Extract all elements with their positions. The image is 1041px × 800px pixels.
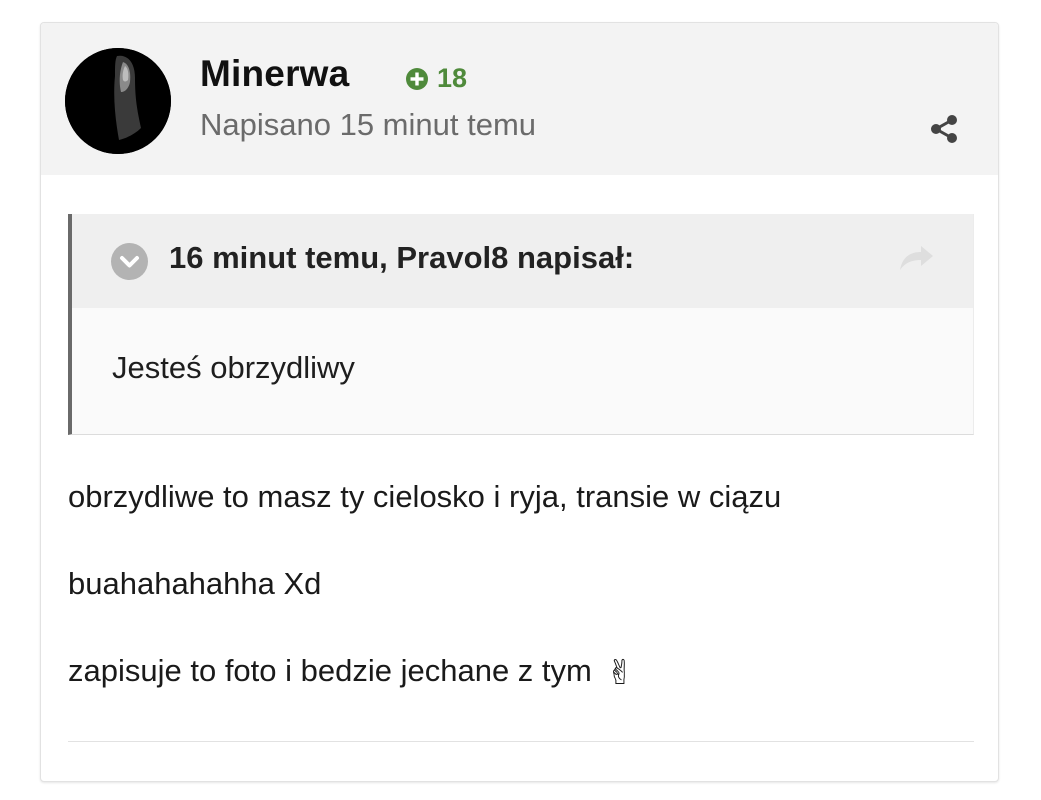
chevron-down-icon xyxy=(120,256,139,268)
post-text-content: zapisuje to foto i bedzie jechane z tym xyxy=(68,653,592,688)
quote-text: Jesteś obrzydliwy xyxy=(112,350,355,385)
post-text-line: buahahahahha Xd xyxy=(68,566,322,601)
post-header: Minerwa 18 Napisano 15 minut temu xyxy=(41,23,998,175)
quote-header: 16 minut temu, Pravol8 napisał: xyxy=(72,214,973,308)
post-text-line: zapisuje to foto i bedzie jechane z tym ✌ xyxy=(68,653,634,693)
reply-arrow-icon[interactable] xyxy=(897,242,935,274)
share-icon[interactable] xyxy=(928,113,960,145)
reputation-count: 18 xyxy=(437,63,468,93)
plus-circle-icon xyxy=(406,67,428,90)
post-text-line: obrzydliwe to masz ty cielosko i ryja, t… xyxy=(68,479,782,514)
post-date[interactable]: Napisano 15 minut temu xyxy=(200,107,536,143)
reputation-badge[interactable]: 18 xyxy=(405,63,467,94)
quote-block: 16 minut temu, Pravol8 napisał: Jesteś o… xyxy=(68,214,974,435)
post-divider xyxy=(68,741,974,742)
avatar[interactable] xyxy=(65,48,171,154)
quote-toggle-button[interactable] xyxy=(111,243,148,280)
author-name[interactable]: Minerwa xyxy=(200,53,349,95)
forum-post: Minerwa 18 Napisano 15 minut temu 16 min… xyxy=(40,22,999,782)
victory-hand-emoji: ✌ xyxy=(605,654,635,692)
avatar-photo xyxy=(65,48,171,154)
quote-citation: 16 minut temu, Pravol8 napisał: xyxy=(169,240,635,275)
